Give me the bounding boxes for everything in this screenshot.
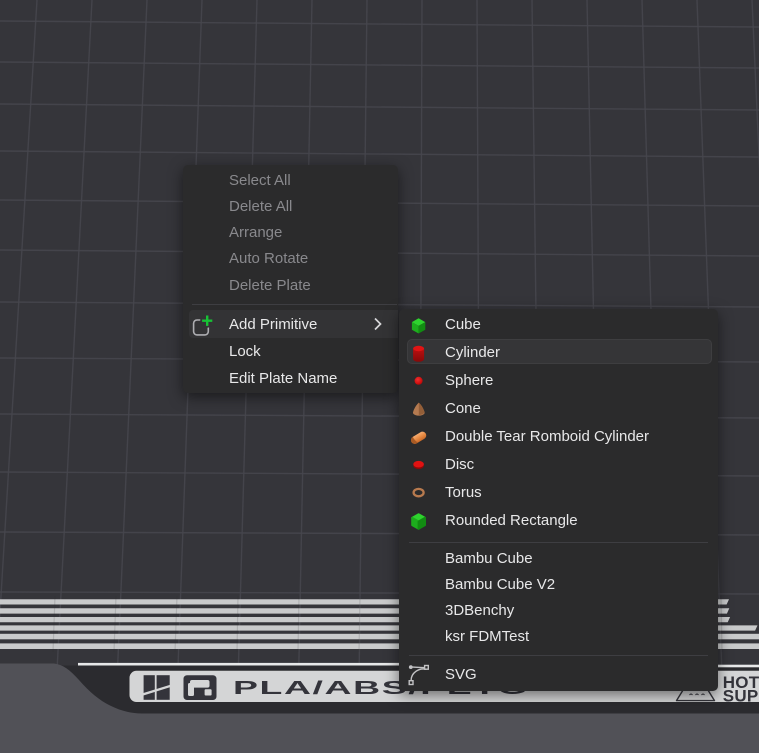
svg-text:SUPP: SUPP <box>723 686 759 705</box>
